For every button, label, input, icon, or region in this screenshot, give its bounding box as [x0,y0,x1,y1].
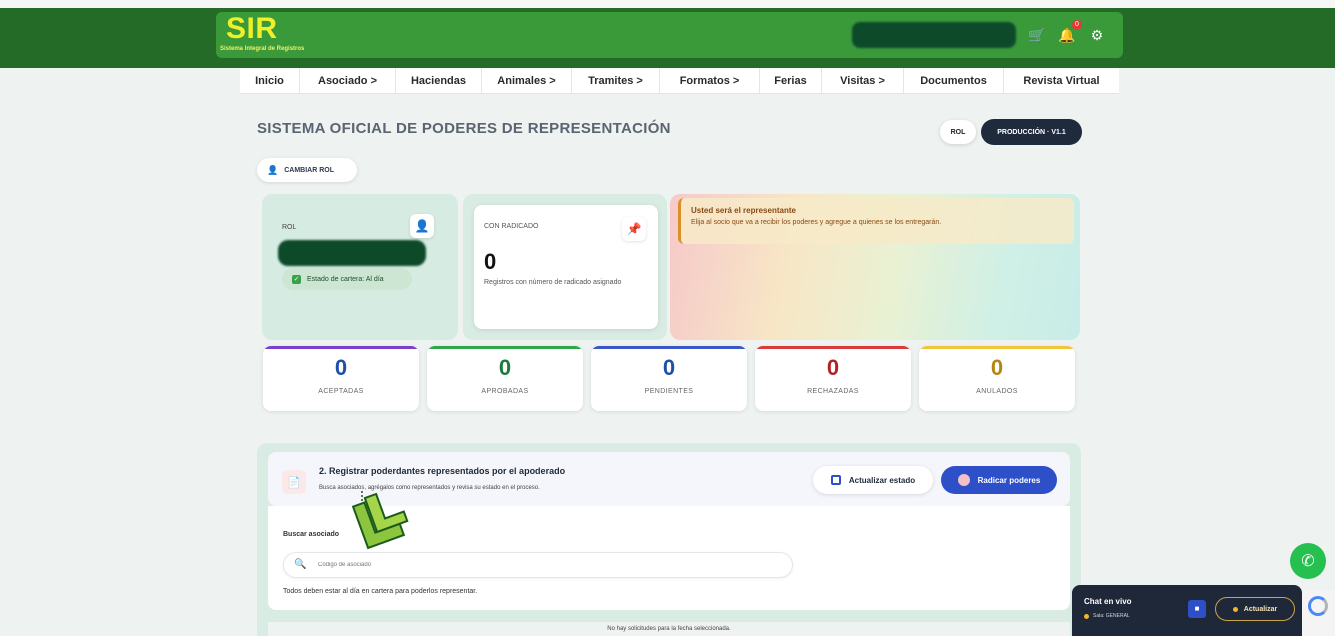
stat-bar [755,346,911,349]
representative-alert: Usted será el representante Elija al soc… [678,198,1074,244]
wallet-status-text: Estado de cartera: Al día [307,275,384,283]
nav-animales[interactable]: Animales > [482,68,572,94]
change-role-button[interactable]: 👤 CAMBIAR ROL [257,158,357,182]
wallet-status-badge: ✓ Estado de cartera: Al día [282,268,412,290]
chat-update-label: Actualizar [1243,605,1278,613]
nav-inicio[interactable]: Inicio [240,68,300,94]
change-role-label: CAMBIAR ROL [284,166,334,174]
stat-value: 0 [662,355,676,380]
minimize-icon[interactable]: ■ [1188,600,1206,618]
stat-bar [263,346,419,349]
nav-tramites[interactable]: Tramites > [572,68,660,94]
search-input[interactable] [318,558,778,572]
search-note: Todos deben estar al día en cartera para… [283,588,478,595]
stat-label: RECHAZADAS [807,388,859,395]
search-field[interactable]: 🔍 [283,552,793,578]
whatsapp-icon[interactable]: ✆ [1290,543,1326,579]
nav-haciendas[interactable]: Haciendas [396,68,482,94]
stat-value: 0 [826,355,840,380]
empty-state-message: No hay solicitudes para la fecha selecci… [268,622,1070,636]
status-dot-icon [1232,606,1238,612]
alert-text: Elija al socio que va a recibir los pode… [691,219,942,226]
check-icon: ✓ [292,274,301,284]
role-card: ROL 👤 ✓ Estado de cartera: Al día [262,194,458,340]
stat-value: 0 [498,355,512,380]
stat-pendientes: 0 PENDIENTES [591,346,747,411]
stat-aprobadas: 0 APROBADAS [427,346,583,411]
user-name-redacted [852,22,1016,48]
update-status-button[interactable]: Actualizar estado [813,466,933,494]
refresh-icon [830,475,841,485]
stat-value: 0 [334,355,348,380]
status-dot-icon [1084,613,1089,619]
role-name-redacted [278,240,426,266]
radicado-card-label: CON RADICADO [484,223,539,230]
recaptcha-icon [1308,596,1328,616]
stat-label: PENDIENTES [644,388,694,395]
role-card-label: ROL [282,224,297,231]
nav-visitas[interactable]: Visitas > [822,68,904,94]
send-icon [957,474,970,486]
pin-icon: 📌 [622,217,646,241]
top-strip [0,0,1335,8]
stat-label: ANULADOS [976,388,1018,395]
page-title: SISTEMA OFICIAL DE PODERES DE REPRESENTA… [257,120,671,137]
user-icon: 👤 [410,214,434,238]
stat-bar [427,346,583,349]
chat-status: Sala: GENERAL [1084,613,1130,619]
stat-anulados: 0 ANULADOS [919,346,1075,411]
radicado-count: 0 [484,249,497,274]
cart-icon[interactable]: 🛒 [1028,26,1046,44]
nav-formatos[interactable]: Formatos > [660,68,760,94]
main-nav: Inicio Asociado > Haciendas Animales > T… [240,68,1119,94]
chat-update-button[interactable]: Actualizar [1215,597,1295,621]
nav-ferias[interactable]: Ferias [760,68,822,94]
nav-revista-virtual[interactable]: Revista Virtual [1004,68,1119,94]
rol-pill: ROL [940,120,976,144]
radicado-description: Registros con número de radicado asignad… [484,279,622,286]
live-chat-widget[interactable]: Chat en vivo Sala: GENERAL ■ Actualizar [1072,585,1302,636]
recaptcha-badge[interactable] [1302,590,1335,636]
stat-bar [919,346,1075,349]
nav-asociado[interactable]: Asociado > [300,68,396,94]
notification-badge: 0 [1072,20,1082,30]
alert-title: Usted será el representante [691,206,796,215]
document-icon: 📄 [282,470,306,494]
search-icon: 🔍 [294,559,307,570]
loading-logo-icon [351,491,409,550]
chat-title: Chat en vivo [1084,597,1132,606]
gear-icon[interactable]: ⚙ [1088,26,1106,44]
radicar-label: Radicar poderes [977,475,1041,485]
app-header: SIR Sistema Integral de Registros 🛒 🔔 0 … [216,12,1123,58]
radicar-button[interactable]: Radicar poderes [941,466,1057,494]
stat-rechazadas: 0 RECHAZADAS [755,346,911,411]
section-title: 2. Registrar poderdantes representados p… [319,466,566,476]
chat-status-text: Sala: GENERAL [1093,613,1130,619]
nav-documentos[interactable]: Documentos [904,68,1004,94]
app-logo-subtitle: Sistema Integral de Registros [220,46,305,52]
radicado-card: CON RADICADO 📌 0 Registros con número de… [474,205,658,329]
stat-bar [591,346,747,349]
environment-badge: PRODUCCIÓN · V1.1 [981,119,1082,145]
update-status-label: Actualizar estado [848,475,916,485]
stat-label: APROBADAS [481,388,529,395]
stat-label: ACEPTADAS [318,388,364,395]
search-label: Buscar asociado [283,531,340,538]
user-icon: 👤 [267,164,279,175]
stat-aceptadas: 0 ACEPTADAS [263,346,419,411]
app-logo[interactable]: SIR [226,12,278,46]
stat-value: 0 [990,355,1004,380]
